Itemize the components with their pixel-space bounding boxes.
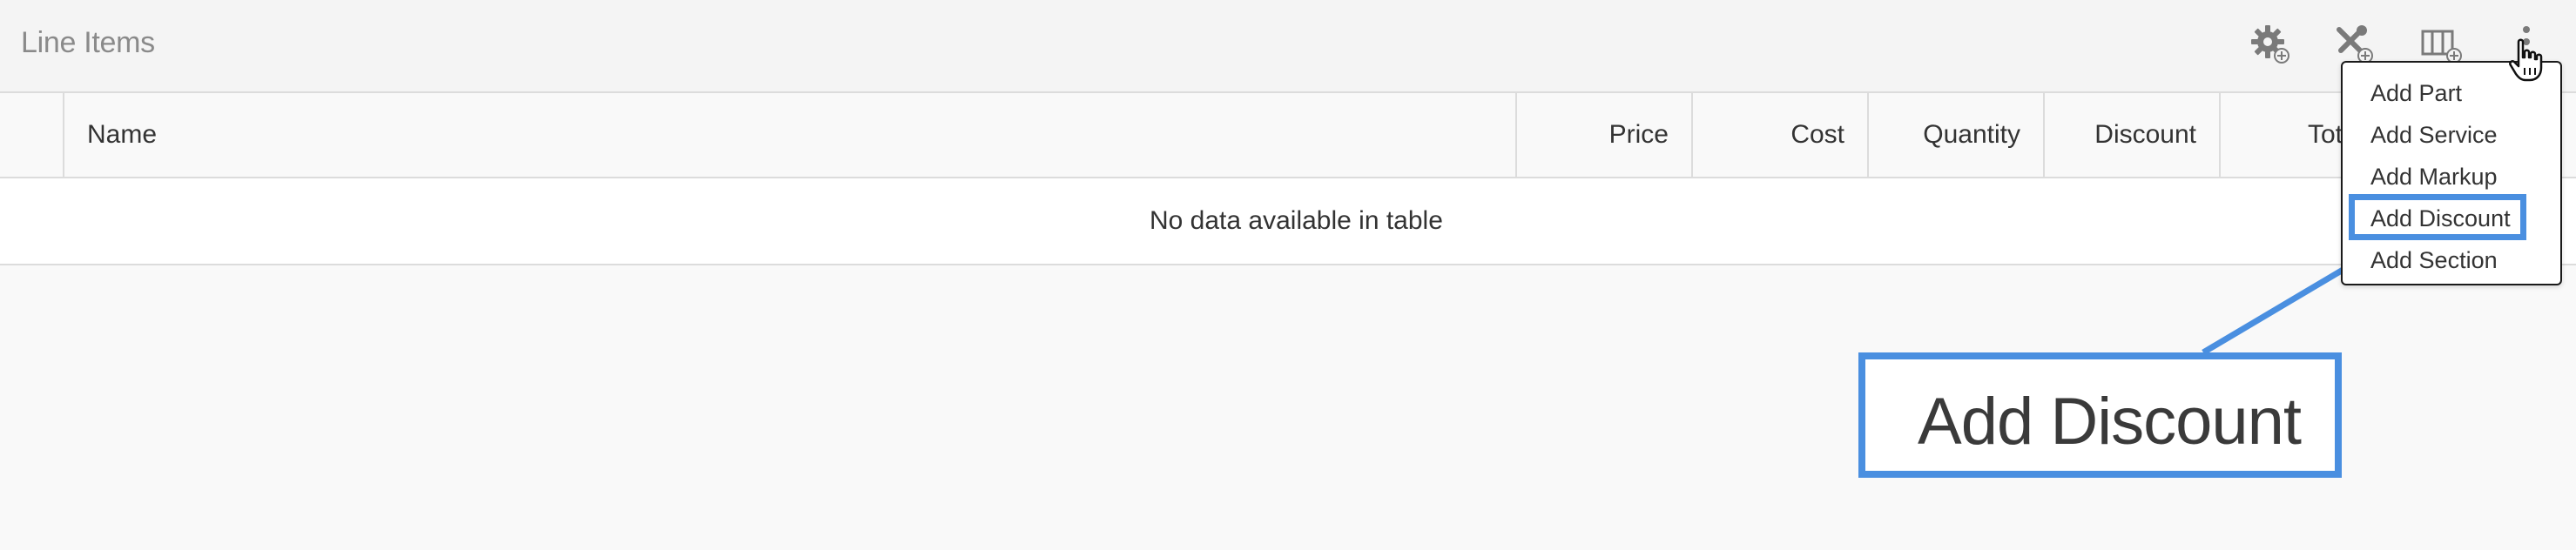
menu-item-add-markup[interactable]: Add Markup (2370, 164, 2498, 191)
menu-item-add-part[interactable]: Add Part (2370, 80, 2462, 107)
hand-cursor-icon (2509, 38, 2543, 82)
menu-item-highlight (2349, 194, 2526, 240)
add-item-menu: Add Part Add Service Add Markup Add Disc… (2341, 61, 2562, 285)
zoom-callout: Add Discount (1858, 352, 2342, 478)
callout-label: Add Discount (1918, 385, 2302, 459)
menu-item-add-section[interactable]: Add Section (2370, 247, 2498, 274)
menu-item-add-service[interactable]: Add Service (2370, 122, 2498, 149)
